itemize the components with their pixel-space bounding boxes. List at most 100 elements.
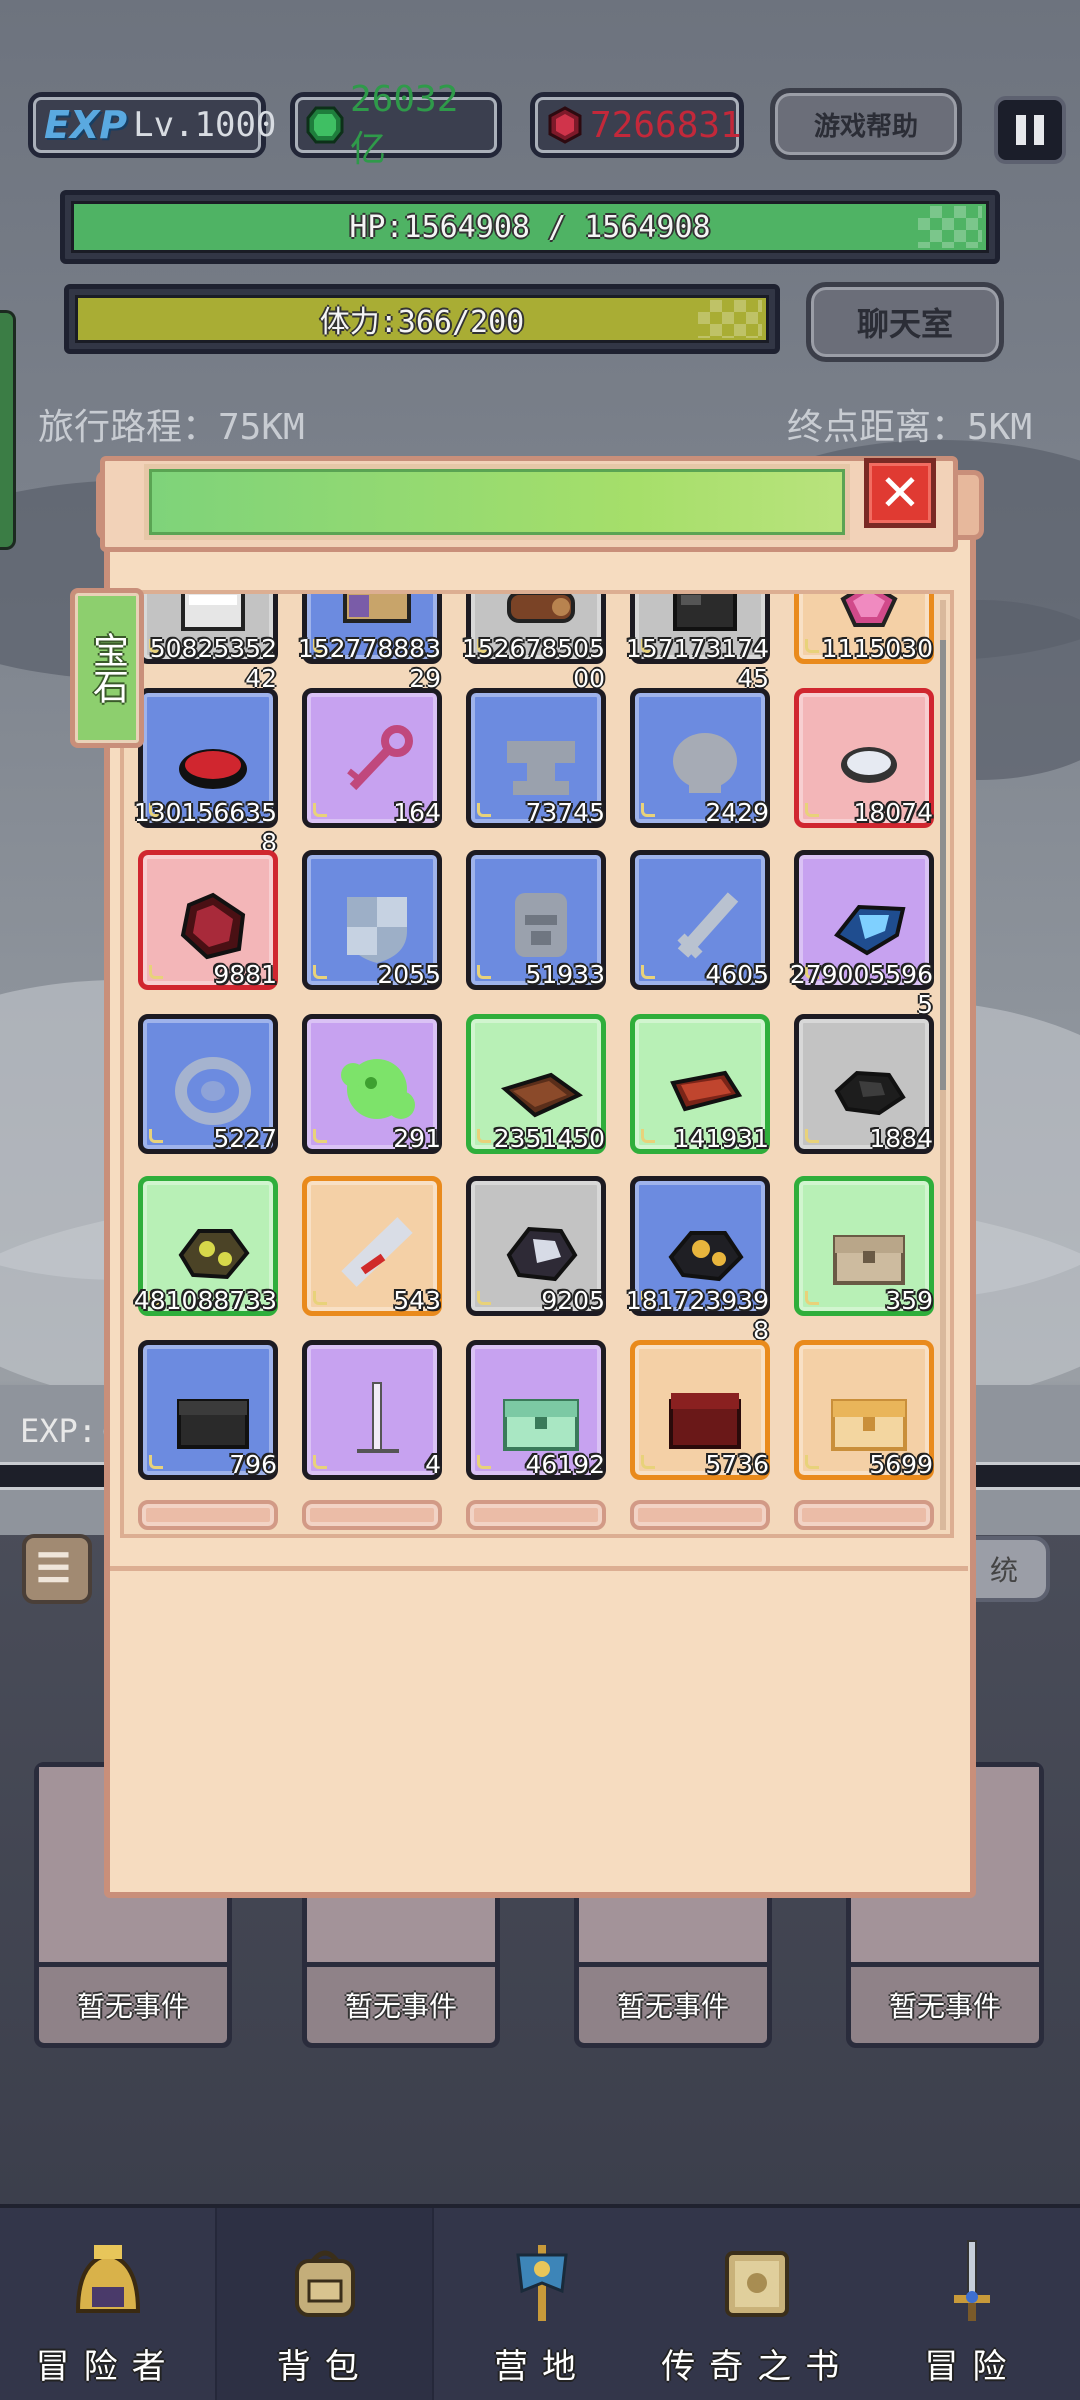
inventory-slot[interactable]: 796 xyxy=(138,1340,278,1480)
item-count: 279005596 xyxy=(789,960,933,989)
inventory-slot[interactable]: 1115030 xyxy=(794,594,934,664)
tab-gems-label: 宝石 xyxy=(87,632,128,704)
inventory-slot[interactable]: 5736 xyxy=(630,1340,770,1480)
inventory-slot[interactable]: 73745 xyxy=(466,688,606,828)
pause-button[interactable] xyxy=(994,96,1066,164)
item-count: 51933 xyxy=(525,960,605,989)
nav-item-0[interactable]: 冒险者 xyxy=(0,2208,215,2400)
item-count: 130156635 xyxy=(133,798,277,827)
inventory-slot[interactable]: 130156635 8 xyxy=(134,688,278,857)
inventory-slot-empty[interactable] xyxy=(302,1500,442,1530)
inventory-slot[interactable]: 141931 xyxy=(630,1014,770,1154)
inventory-slot[interactable]: 46192 xyxy=(466,1340,606,1480)
emerald-count: 26032亿 xyxy=(350,78,459,170)
nav-label: 背包 xyxy=(276,2347,373,2387)
inventory-slot[interactable]: 2055 xyxy=(302,850,442,990)
stamina-bar-fill: 体力:366/200 xyxy=(75,295,769,343)
hp-bar: HP:1564908 / 1564908 xyxy=(60,190,1000,264)
inventory-slot[interactable]: 164 xyxy=(302,688,442,828)
nav-item-1[interactable]: 背包 xyxy=(215,2208,435,2400)
chat-room-button[interactable]: 聊天室 xyxy=(806,282,1004,362)
inventory-slot[interactable]: 1884 xyxy=(794,1014,934,1154)
item-count: 1115030 xyxy=(821,634,933,663)
item-count: 164 xyxy=(393,798,441,827)
item-count: 2351450 xyxy=(493,1124,605,1153)
inventory-slot[interactable]: 4605 xyxy=(630,850,770,990)
item-count: 359 xyxy=(885,1286,933,1315)
inventory-slot-empty[interactable] xyxy=(630,1500,770,1530)
inventory-slot[interactable]: 279005596 5 xyxy=(790,850,934,1019)
emerald-display: 26032亿 xyxy=(290,79,502,170)
inventory-slot-empty[interactable] xyxy=(466,1500,606,1530)
inventory-slot[interactable]: 9881 xyxy=(138,850,278,990)
close-button[interactable]: ✕ xyxy=(864,458,936,528)
bottom-nav: 冒险者 背包 营地 传奇之书 冒险 xyxy=(0,2204,1080,2400)
inventory-slot[interactable]: 5227 xyxy=(138,1014,278,1154)
ruby-display: 7266831 xyxy=(530,92,744,158)
nav-label: 营地 xyxy=(494,2347,590,2387)
inventory-slot[interactable]: 157173174 45 xyxy=(626,594,770,693)
item-count: 291 xyxy=(393,1124,441,1153)
inventory-slot[interactable]: 181723939 8 xyxy=(626,1176,770,1345)
item-count: 796 xyxy=(229,1450,277,1479)
sword-icon xyxy=(954,2240,991,2321)
inventory-slot[interactable]: 152678505 00 xyxy=(462,594,606,693)
item-count: 2055 xyxy=(377,960,441,989)
inventory-slot[interactable]: 50825352 42 xyxy=(138,594,278,693)
destination-distance: 终点距离：5KM xyxy=(786,407,1032,448)
item-count: 157173174 xyxy=(625,634,769,663)
item-count: 2429 xyxy=(705,798,769,827)
item-count: 152678505 xyxy=(461,634,605,663)
nav-item-2[interactable]: 营地 xyxy=(434,2208,649,2400)
inventory-slot[interactable]: 2429 xyxy=(630,688,770,828)
emerald-icon xyxy=(306,106,344,144)
book-icon xyxy=(725,2251,790,2317)
inventory-slot-empty[interactable] xyxy=(138,1500,278,1530)
inventory-slot[interactable]: 481088733 xyxy=(134,1176,278,1316)
game-help-button[interactable]: 游戏帮助 xyxy=(770,88,962,160)
pause-icon xyxy=(1016,115,1026,145)
close-icon: ✕ xyxy=(879,464,921,522)
modal-title-bar xyxy=(144,464,850,540)
backpack-icon xyxy=(294,2250,355,2317)
inventory-scrollbar[interactable] xyxy=(940,600,946,1530)
inventory-slot[interactable]: 18074 xyxy=(794,688,934,828)
event-card-label: 暂无事件 xyxy=(76,1990,189,2023)
inventory-slot[interactable]: 543 xyxy=(302,1176,442,1316)
item-count: 481088733 xyxy=(133,1286,277,1315)
ruby-count: 7266831 xyxy=(590,104,742,146)
inventory-slot[interactable]: 5699 xyxy=(794,1340,934,1480)
inventory-slot[interactable]: 152778883 29 xyxy=(298,594,442,693)
item-count: 181723939 xyxy=(625,1286,769,1315)
hp-bar-fill: HP:1564908 / 1564908 xyxy=(71,201,989,253)
item-count: 1884 xyxy=(869,1124,933,1153)
nav-item-4[interactable]: 冒险 xyxy=(865,2208,1080,2400)
tab-gems[interactable]: 宝石 xyxy=(70,588,144,748)
stamina-bar-pattern xyxy=(698,300,762,338)
inventory-slot-empty[interactable] xyxy=(794,1500,934,1530)
nav-item-3[interactable]: 传奇之书 xyxy=(650,2208,865,2400)
item-count: 46192 xyxy=(525,1450,605,1479)
item-count: 18074 xyxy=(853,798,933,827)
inventory-slot[interactable]: 9205 xyxy=(466,1176,606,1316)
scroll-thumb[interactable] xyxy=(940,640,946,1090)
item-count: 141931 xyxy=(673,1124,769,1153)
inventory-slot[interactable]: 2351450 xyxy=(466,1014,606,1154)
level-text: Lv.1000 xyxy=(133,105,277,145)
inventory-grid[interactable]: 50825352 42 152778883 29 152678505 00 15717317… xyxy=(120,590,954,1538)
inventory-slot[interactable]: 291 xyxy=(302,1014,442,1154)
pause-icon-bar xyxy=(1034,115,1044,145)
exp-label: EXP:( xyxy=(20,1412,117,1450)
item-count: 5736 xyxy=(705,1450,769,1479)
menu-list-button[interactable] xyxy=(22,1534,92,1604)
item-detail-panel xyxy=(110,1566,968,1886)
left-side-tab[interactable] xyxy=(0,310,16,550)
item-count: 9205 xyxy=(541,1286,605,1315)
level-display: EXP Lv.1000 xyxy=(28,92,276,158)
inventory-slot[interactable]: 51933 xyxy=(466,850,606,990)
item-count: 152778883 xyxy=(297,634,441,663)
nav-label: 冒险者 xyxy=(35,2347,180,2387)
nav-label: 冒险 xyxy=(924,2347,1021,2387)
inventory-slot[interactable]: 4 xyxy=(302,1340,442,1480)
inventory-slot[interactable]: 359 xyxy=(794,1176,934,1316)
